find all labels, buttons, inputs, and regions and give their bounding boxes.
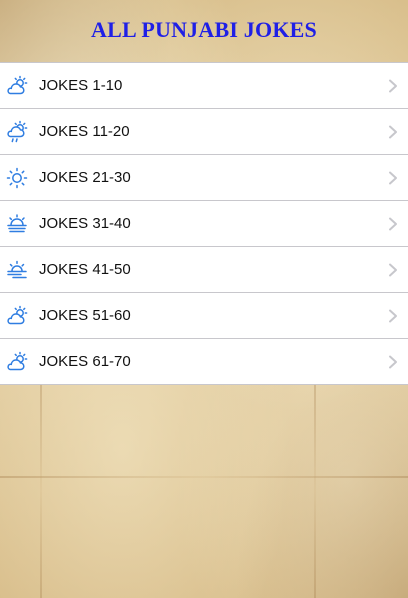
list-item-jokes-51-60[interactable]: JOKES 51-60 <box>0 293 408 339</box>
list-item-label: JOKES 21-30 <box>39 169 131 186</box>
chevron-right-icon <box>389 309 397 322</box>
list-item-label: JOKES 61-70 <box>39 353 131 370</box>
page-title: ALL PUNJABI JOKES <box>91 17 317 42</box>
list-item-jokes-61-70[interactable]: JOKES 61-70 <box>0 339 408 385</box>
list-item-jokes-21-30[interactable]: JOKES 21-30 <box>0 155 408 201</box>
header: ALL PUNJABI JOKES <box>0 0 408 62</box>
parchment-seam <box>40 383 42 598</box>
cloud-rain-sun-icon <box>5 120 29 144</box>
chevron-right-icon <box>389 125 397 138</box>
list-item-jokes-41-50[interactable]: JOKES 41-50 <box>0 247 408 293</box>
sun-haze-icon <box>5 258 29 282</box>
list-item-label: JOKES 51-60 <box>39 307 131 324</box>
list-item-jokes-1-10[interactable]: JOKES 1-10 <box>0 63 408 109</box>
jokes-list: JOKES 1-10 JOKES 11-20 JOKES 21-30 JOKES… <box>0 62 408 385</box>
parchment-seam <box>0 476 408 478</box>
list-item-label: JOKES 31-40 <box>39 215 131 232</box>
chevron-right-icon <box>389 79 397 92</box>
list-item-jokes-31-40[interactable]: JOKES 31-40 <box>0 201 408 247</box>
partly-cloudy-icon <box>5 304 29 328</box>
list-item-jokes-11-20[interactable]: JOKES 11-20 <box>0 109 408 155</box>
chevron-right-icon <box>389 171 397 184</box>
chevron-right-icon <box>389 217 397 230</box>
chevron-right-icon <box>389 263 397 276</box>
parchment-seam <box>314 383 316 598</box>
sun-icon <box>5 166 29 190</box>
list-item-label: JOKES 1-10 <box>39 77 123 94</box>
partly-cloudy-icon <box>5 74 29 98</box>
partly-cloudy-icon <box>5 350 29 374</box>
list-item-label: JOKES 41-50 <box>39 261 131 278</box>
sun-fog-icon <box>5 212 29 236</box>
chevron-right-icon <box>389 355 397 368</box>
list-item-label: JOKES 11-20 <box>39 123 130 140</box>
